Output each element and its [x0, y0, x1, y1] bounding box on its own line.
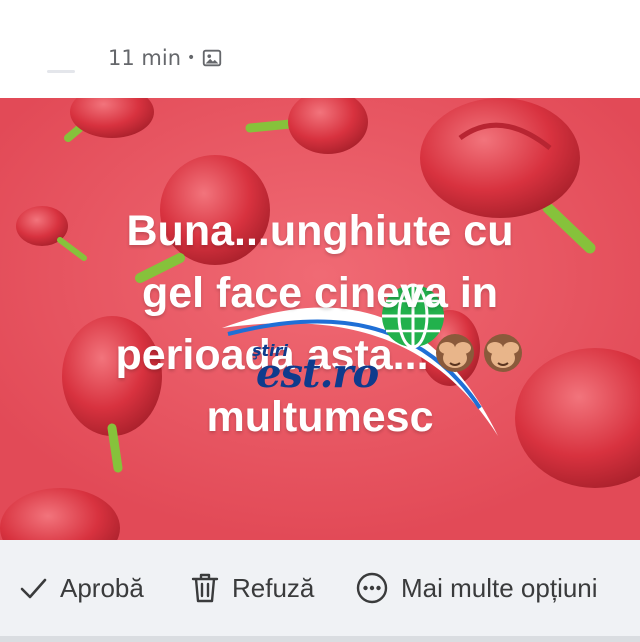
watermark: ştiri est.ro [222, 284, 502, 434]
post-header: 11 min • [0, 0, 640, 98]
moderation-action-bar: Aprobă Refuză Mai multe opțiuni [0, 540, 640, 642]
meta-separator: • [187, 50, 196, 66]
photo-album-icon [201, 47, 223, 69]
post-image[interactable]: Buna...unghiute cu gel face cineva in pe… [0, 98, 640, 540]
checkmark-icon [20, 578, 47, 599]
more-options-label: Mai multe opțiuni [401, 572, 598, 603]
more-options-icon [356, 572, 388, 604]
more-options-button[interactable]: Mai multe opțiuni [355, 568, 598, 608]
approve-label: Aprobă [60, 572, 144, 603]
approve-button[interactable]: Aprobă [18, 568, 144, 608]
decline-button[interactable]: Refuză [190, 568, 314, 608]
post-timestamp[interactable]: 11 min [108, 46, 181, 70]
post-text-line: Buna...unghiute cu [126, 207, 514, 255]
decline-label: Refuză [232, 572, 315, 603]
trash-icon [191, 573, 219, 603]
author-name-placeholder [47, 70, 75, 73]
post-meta: 11 min • [108, 46, 223, 70]
watermark-logo-text: est.ro [256, 350, 379, 397]
